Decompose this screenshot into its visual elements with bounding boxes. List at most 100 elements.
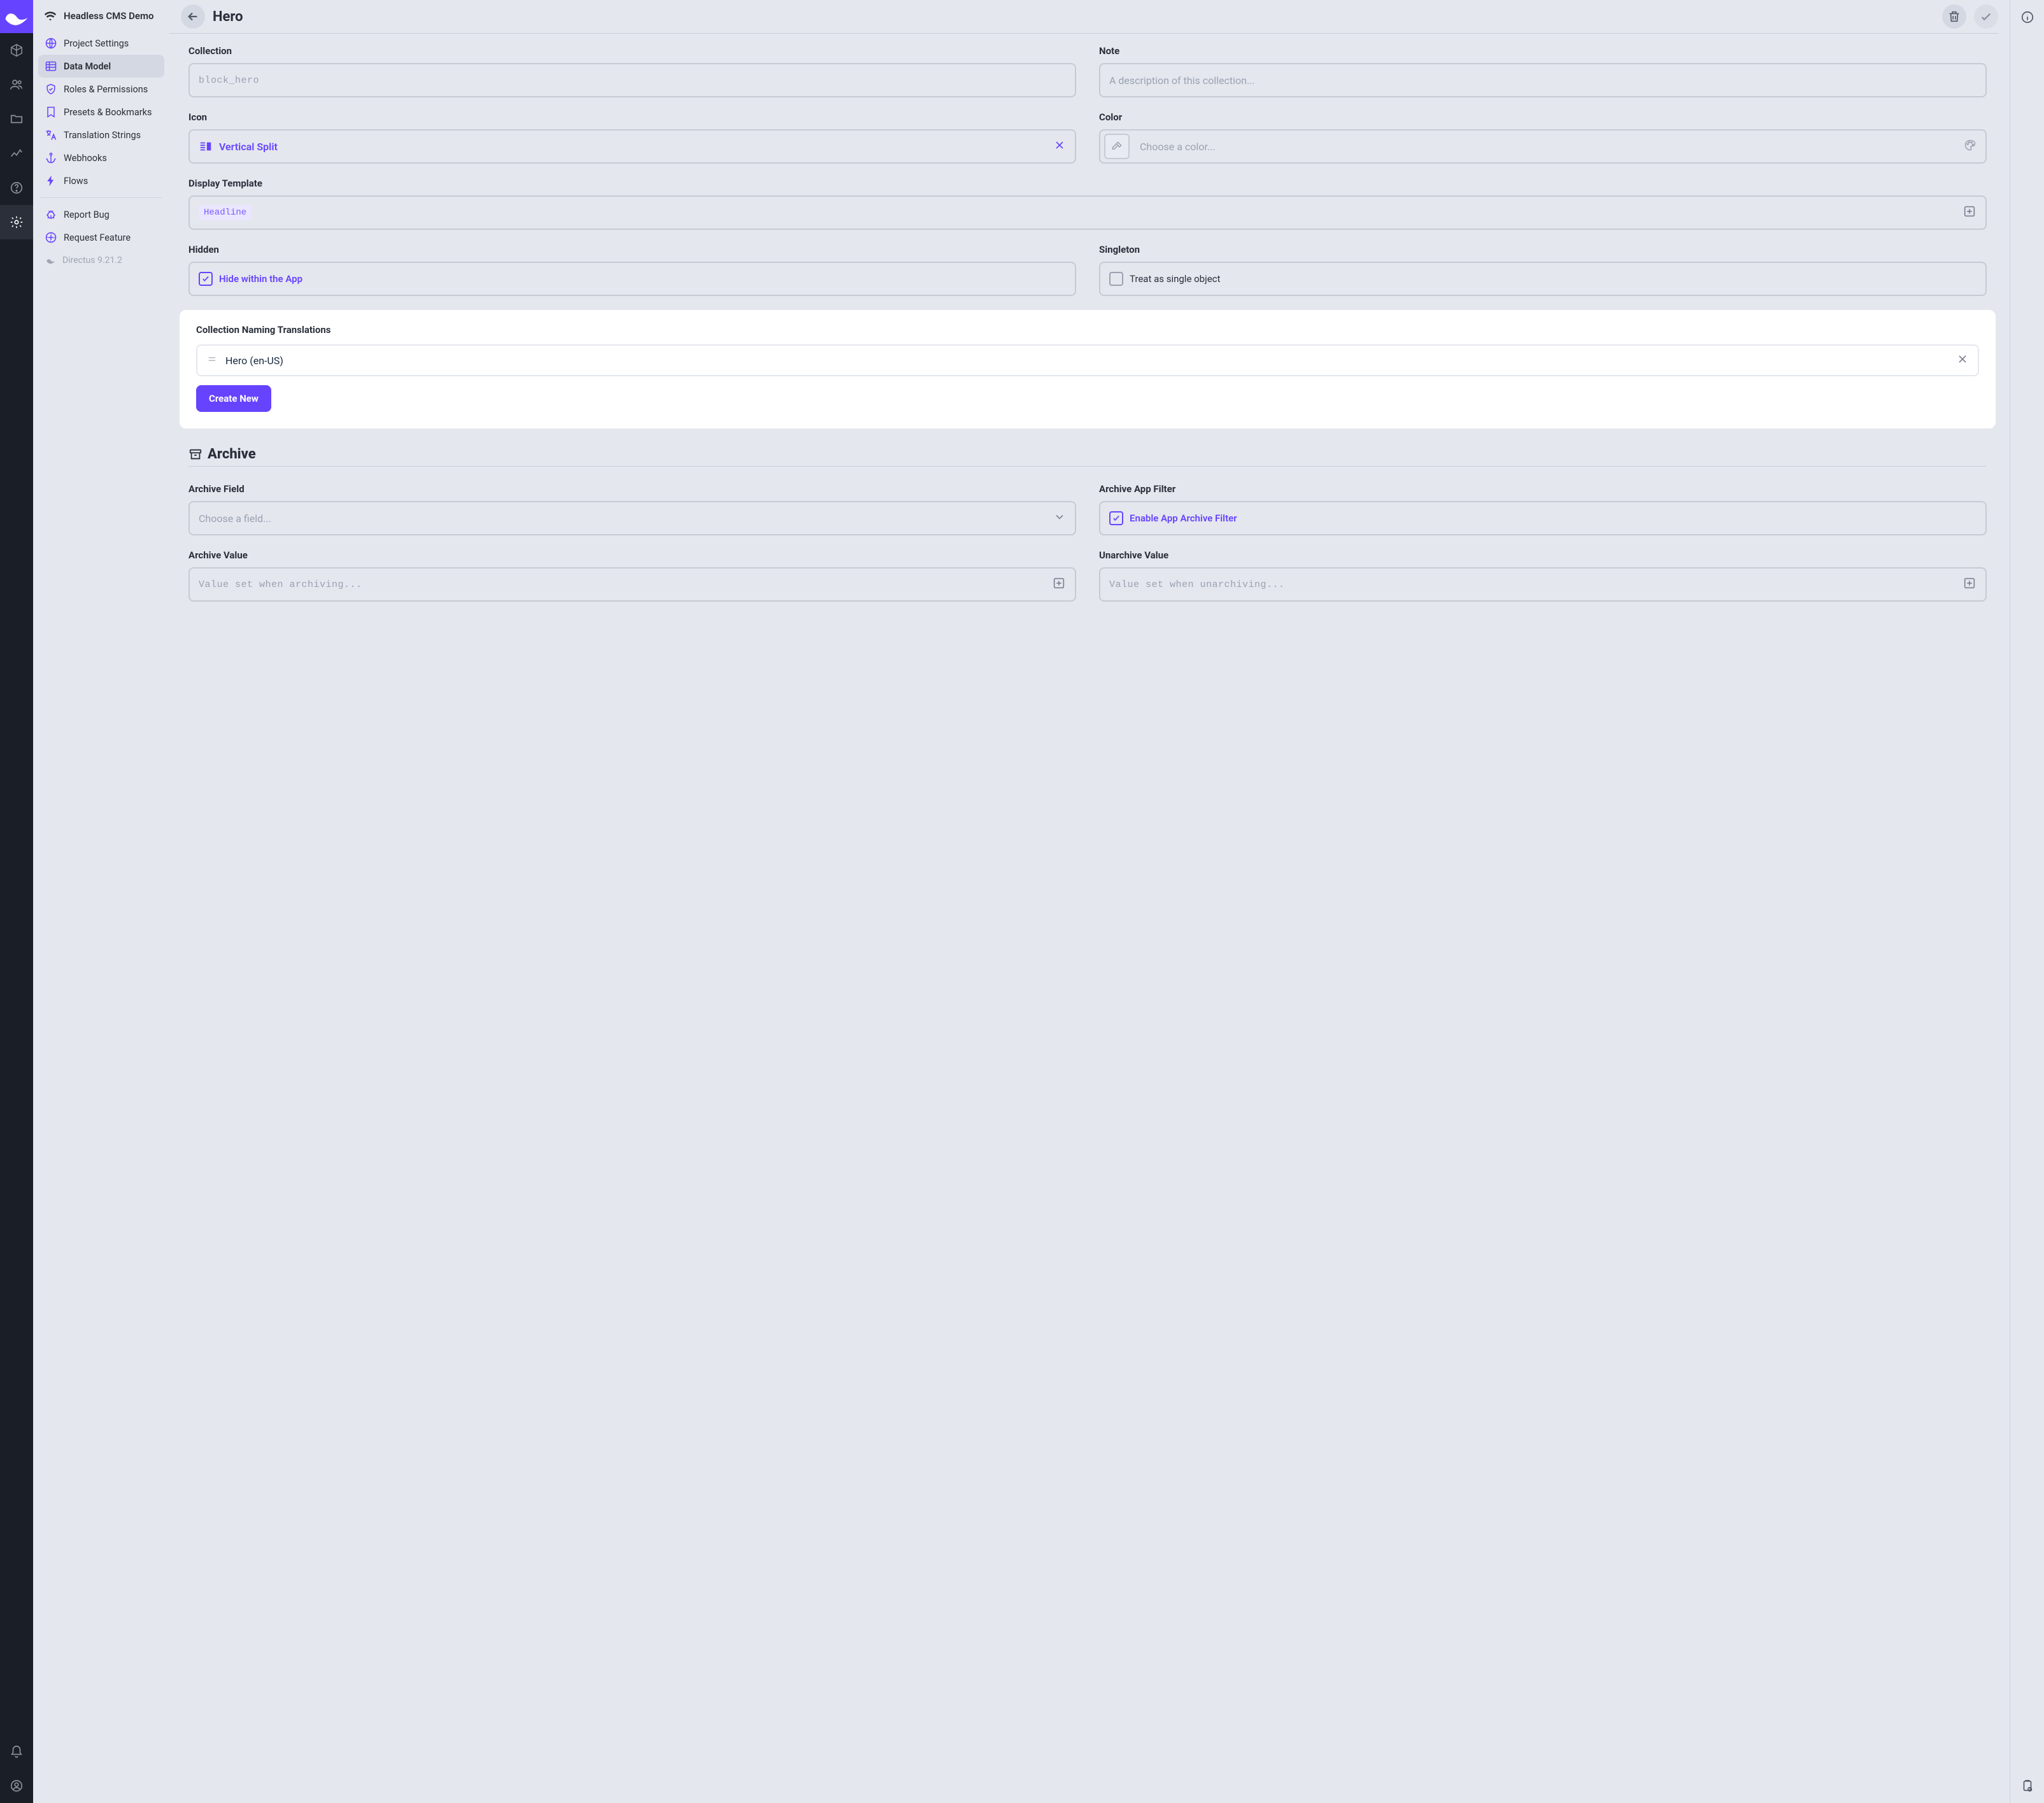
- nav-item-label: Flows: [64, 176, 88, 187]
- archive-title: Archive: [208, 446, 256, 462]
- label-archive-field: Archive Field: [188, 483, 1076, 495]
- drag-icon: [206, 353, 218, 365]
- archive-field-placeholder: Choose a field...: [199, 513, 271, 525]
- nav-project-settings[interactable]: Project Settings: [38, 32, 164, 55]
- notifications-button[interactable]: [0, 1734, 33, 1769]
- display-template-input[interactable]: Headline: [188, 195, 1987, 230]
- section-divider: [188, 466, 1987, 467]
- icon-input[interactable]: Vertical Split: [188, 129, 1076, 164]
- note-input[interactable]: A description of this collection...: [1099, 63, 1987, 97]
- unarchive-value-input[interactable]: Value set when unarchiving...: [1099, 567, 1987, 602]
- color-swatch[interactable]: [1104, 134, 1130, 159]
- shield-icon: [45, 83, 57, 95]
- translation-item[interactable]: Hero (en-US): [196, 344, 1979, 376]
- version-text: Directus 9.21.2: [62, 255, 122, 265]
- module-rail: [0, 0, 33, 1803]
- module-settings[interactable]: [0, 205, 33, 239]
- account-button[interactable]: [0, 1769, 33, 1803]
- unarchive-value-add[interactable]: [1962, 576, 1977, 593]
- translate-icon: [45, 129, 57, 141]
- template-chip[interactable]: Headline: [199, 205, 252, 220]
- revisions-button[interactable]: [2010, 1769, 2044, 1803]
- label-translations: Collection Naming Translations: [196, 324, 1979, 336]
- nav-translations[interactable]: Translation Strings: [38, 124, 164, 146]
- singleton-checkbox[interactable]: [1109, 272, 1123, 286]
- archive-filter-row[interactable]: Enable App Archive Filter: [1099, 501, 1987, 535]
- close-icon: [1956, 353, 1969, 365]
- clear-icon-button[interactable]: [1053, 139, 1066, 154]
- label-collection: Collection: [188, 45, 1076, 57]
- bookmark-icon: [45, 106, 57, 118]
- nav-data-model[interactable]: Data Model: [38, 55, 164, 78]
- delete-button[interactable]: [1942, 4, 1966, 29]
- archive-section-header[interactable]: Archive: [188, 446, 1987, 462]
- archive-value-input[interactable]: Value set when archiving...: [188, 567, 1076, 602]
- nav-webhooks[interactable]: Webhooks: [38, 146, 164, 169]
- remove-translation-button[interactable]: [1956, 353, 1969, 368]
- label-archive-filter: Archive App Filter: [1099, 483, 1987, 495]
- label-unarchive-value: Unarchive Value: [1099, 549, 1987, 561]
- create-translation-button[interactable]: Create New: [196, 385, 271, 412]
- nav-roles[interactable]: Roles & Permissions: [38, 78, 164, 101]
- nav-item-label: Roles & Permissions: [64, 84, 148, 95]
- icon-value: Vertical Split: [219, 141, 278, 153]
- wifi-icon: [43, 9, 57, 23]
- color-input[interactable]: Choose a color...: [1099, 129, 1987, 164]
- collection-input[interactable]: block_hero: [188, 63, 1076, 97]
- nav-item-label: Webhooks: [64, 153, 107, 164]
- singleton-text: Treat as single object: [1130, 273, 1220, 285]
- back-button[interactable]: [181, 4, 205, 29]
- archive-filter-checkbox[interactable]: [1109, 511, 1123, 525]
- save-button[interactable]: [1974, 4, 1998, 29]
- list-icon: [45, 60, 57, 73]
- module-insights[interactable]: [0, 136, 33, 171]
- module-users[interactable]: [0, 67, 33, 102]
- chevron-down-icon: [1053, 511, 1066, 523]
- close-icon: [1053, 139, 1066, 152]
- content-scroll: Collection block_hero Note A description…: [169, 34, 2010, 1803]
- color-placeholder: Choose a color...: [1140, 141, 1216, 153]
- module-docs[interactable]: [0, 171, 33, 205]
- add-field-button[interactable]: [1962, 204, 1977, 221]
- new-icon: [45, 231, 57, 244]
- module-files[interactable]: [0, 102, 33, 136]
- nav-flows[interactable]: Flows: [38, 169, 164, 192]
- add-box-icon: [1962, 204, 1977, 218]
- singleton-checkbox-row[interactable]: Treat as single object: [1099, 262, 1987, 296]
- hidden-text: Hide within the App: [219, 273, 302, 285]
- clipboard-icon: [2020, 1779, 2034, 1793]
- nav-report-bug[interactable]: Report Bug: [38, 203, 164, 226]
- label-note: Note: [1099, 45, 1987, 57]
- trash-icon: [1947, 10, 1961, 24]
- settings-nav: Headless CMS Demo Project Settings Data …: [33, 0, 169, 1803]
- project-name: Headless CMS Demo: [64, 10, 154, 22]
- create-btn-label: Create New: [209, 393, 259, 404]
- page-header: Hero: [169, 0, 2010, 33]
- rabbit-icon: [45, 254, 57, 267]
- archive-value-placeholder: Value set when archiving...: [199, 579, 362, 590]
- palette-button[interactable]: [1964, 139, 1977, 154]
- info-button[interactable]: [2010, 0, 2044, 34]
- label-archive-value: Archive Value: [188, 549, 1076, 561]
- project-switcher[interactable]: Headless CMS Demo: [38, 0, 164, 32]
- app-logo[interactable]: [0, 0, 33, 33]
- archive-field-select[interactable]: Choose a field...: [188, 501, 1076, 535]
- hidden-checkbox[interactable]: [199, 272, 213, 286]
- label-icon: Icon: [188, 111, 1076, 123]
- module-content[interactable]: [0, 33, 33, 67]
- add-box-icon: [1052, 576, 1066, 590]
- palette-icon: [1964, 139, 1977, 152]
- label-singleton: Singleton: [1099, 244, 1987, 255]
- archive-filter-text: Enable App Archive Filter: [1130, 513, 1237, 524]
- info-icon: [2020, 10, 2034, 24]
- nav-presets[interactable]: Presets & Bookmarks: [38, 101, 164, 124]
- label-color: Color: [1099, 111, 1987, 123]
- nav-item-label: Translation Strings: [64, 130, 141, 141]
- archive-value-add[interactable]: [1052, 576, 1066, 593]
- bug-icon: [45, 208, 57, 221]
- hidden-checkbox-row[interactable]: Hide within the App: [188, 262, 1076, 296]
- nav-request-feature[interactable]: Request Feature: [38, 226, 164, 249]
- drag-handle[interactable]: [206, 353, 218, 367]
- nav-version: Directus 9.21.2: [38, 249, 164, 272]
- check-icon: [201, 274, 210, 283]
